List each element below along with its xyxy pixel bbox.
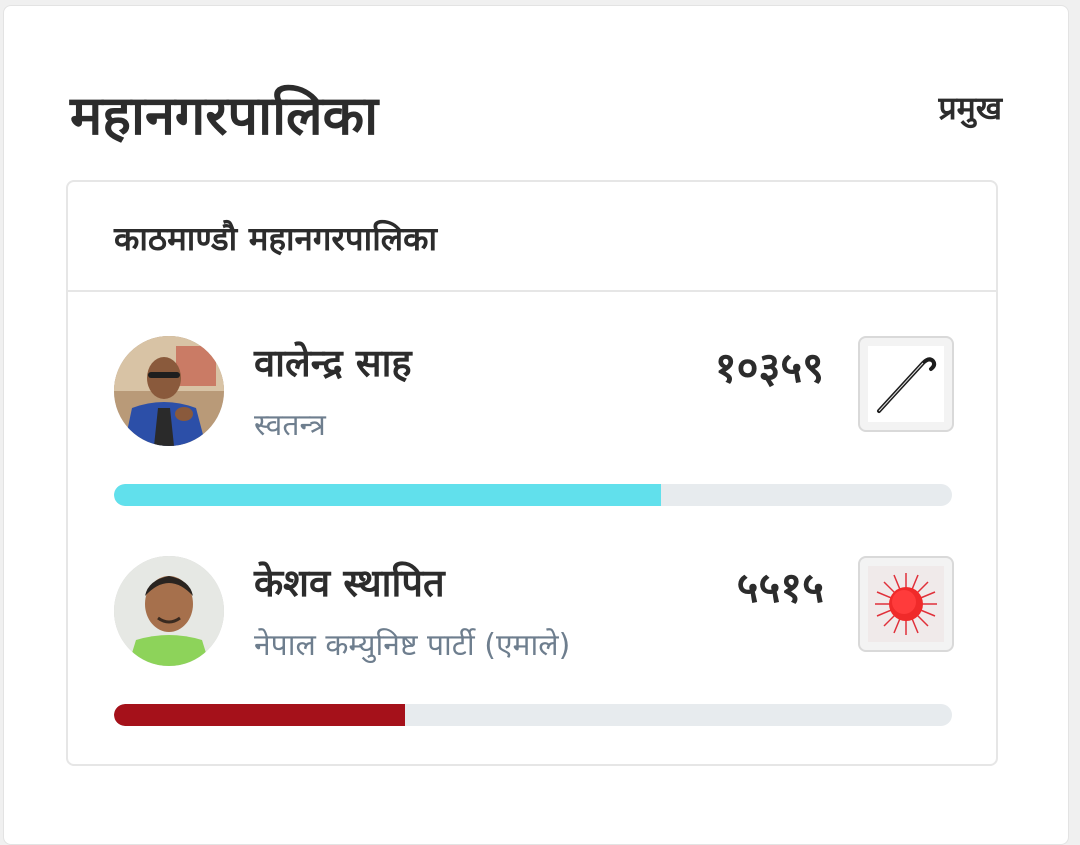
election-symbol xyxy=(858,556,954,652)
card-header: काठमाण्डौ महानगरपालिका xyxy=(68,182,996,292)
candidate-party: नेपाल कम्युनिष्ट पार्टी (एमाले) xyxy=(254,628,571,663)
page-title: महानगरपालिका xyxy=(70,84,379,147)
candidate-row[interactable]: केशव स्थापित नेपाल कम्युनिष्ट पार्टी (एम… xyxy=(68,552,996,742)
avatar xyxy=(114,336,224,446)
candidate-votes: १०३५९ xyxy=(714,343,824,392)
vote-progress-bar xyxy=(114,704,952,726)
municipality-name[interactable]: काठमाण्डौ महानगरपालिका xyxy=(114,216,437,262)
candidate-party: स्वतन्त्र xyxy=(254,408,326,443)
vote-progress-bar xyxy=(114,484,952,506)
vote-progress-fill xyxy=(114,484,662,506)
candidate-name: वालेन्द्र साह xyxy=(254,341,412,385)
candidate-row[interactable]: वालेन्द्र साह स्वतन्त्र १०३५९ xyxy=(68,332,996,522)
walking-stick-icon xyxy=(877,357,937,413)
candidate-name: केशव स्थापित xyxy=(254,561,445,605)
municipality-result-card: काठमाण्डौ महानगरपालिका वालेन्द्र साह स्व… xyxy=(66,180,998,766)
candidate-votes: ५५१५ xyxy=(736,563,824,612)
vote-progress-fill xyxy=(114,704,405,726)
election-symbol xyxy=(858,336,954,432)
candidate-photo xyxy=(114,556,224,666)
sun-icon xyxy=(875,573,937,635)
candidate-photo xyxy=(114,336,224,446)
pramukh-link[interactable]: प्रमुख xyxy=(938,86,1002,130)
avatar xyxy=(114,556,224,666)
